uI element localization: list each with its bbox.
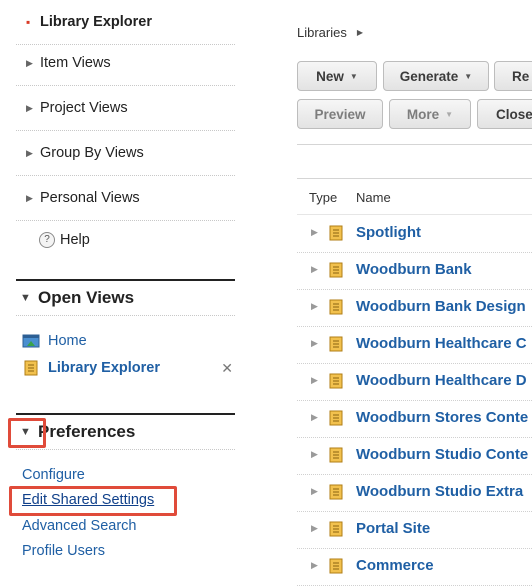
library-icon xyxy=(329,410,343,426)
close-view-icon[interactable]: ✕ xyxy=(221,360,233,377)
expand-triangle-icon[interactable]: ▶ xyxy=(311,523,318,534)
expand-triangle-icon[interactable]: ▶ xyxy=(311,486,318,497)
library-icon xyxy=(329,558,343,574)
open-view-library-explorer[interactable]: Library Explorer ✕ xyxy=(22,358,237,378)
button-label: New xyxy=(316,68,344,84)
new-button[interactable]: New ▼ xyxy=(297,61,377,91)
expand-triangle-icon[interactable]: ▶ xyxy=(311,264,318,275)
nav-item-label: Group By Views xyxy=(40,145,144,161)
nav-item-label: Item Views xyxy=(40,55,111,71)
library-name[interactable]: Woodburn Healthcare C xyxy=(356,335,527,352)
help-label: Help xyxy=(60,232,90,248)
column-header-name[interactable]: Name xyxy=(356,190,391,205)
library-name[interactable]: Woodburn Bank Design xyxy=(356,298,526,315)
library-icon xyxy=(329,521,343,537)
expand-triangle-icon[interactable]: ▶ xyxy=(311,412,318,423)
expand-triangle-icon[interactable]: ▶ xyxy=(311,301,318,312)
expand-triangle-icon: ▶ xyxy=(26,192,33,203)
nav-item-label: Library Explorer xyxy=(40,14,153,30)
library-icon xyxy=(329,373,343,389)
library-name[interactable]: Spotlight xyxy=(356,224,421,241)
expand-triangle-icon[interactable]: ▶ xyxy=(311,375,318,386)
highlight-box-edit-shared-settings xyxy=(9,486,177,516)
generate-button[interactable]: Generate ▼ xyxy=(383,61,489,91)
table-row[interactable]: ▶ Woodburn Bank xyxy=(297,252,532,290)
help-icon: ? xyxy=(39,232,55,248)
table-row[interactable]: ▶ Woodburn Healthcare D xyxy=(297,363,532,401)
expand-triangle-icon[interactable]: ▶ xyxy=(311,449,318,460)
open-view-home[interactable]: Home xyxy=(22,331,237,351)
button-label: Generate xyxy=(399,68,459,84)
close-button[interactable]: Close xyxy=(477,99,532,129)
left-navigation: ▪ Library Explorer ▶ Item Views ▶ Projec… xyxy=(0,0,245,570)
library-icon xyxy=(329,484,343,500)
library-name[interactable]: Woodburn Stores Conte xyxy=(356,409,528,426)
library-icon xyxy=(329,336,343,352)
nav-item-label: Personal Views xyxy=(40,190,140,206)
help-link[interactable]: ? Help xyxy=(39,232,90,248)
dropdown-arrow-icon: ▼ xyxy=(445,109,454,119)
table-row[interactable]: ▶ Commerce xyxy=(297,548,532,586)
library-icon xyxy=(329,225,343,241)
preview-button[interactable]: Preview xyxy=(297,99,383,129)
table-row[interactable]: ▶ Woodburn Bank Design xyxy=(297,289,532,327)
expand-triangle-icon: ▶ xyxy=(26,102,33,113)
table-row[interactable]: ▶ Spotlight xyxy=(297,215,532,253)
nav-item-label: Project Views xyxy=(40,100,128,116)
preferences-header[interactable]: ▼ Preferences xyxy=(16,415,235,450)
table-row[interactable]: ▶ Portal Site xyxy=(297,511,532,549)
open-view-label: Home xyxy=(48,333,87,349)
nav-item-views[interactable]: ▶ Item Views xyxy=(16,41,235,86)
library-icon xyxy=(329,447,343,463)
re-button[interactable]: Re xyxy=(494,61,532,91)
nav-project-views[interactable]: ▶ Project Views xyxy=(16,86,235,131)
button-label: Preview xyxy=(314,106,366,122)
advanced-search-link[interactable]: Advanced Search xyxy=(22,518,136,534)
library-name[interactable]: Woodburn Healthcare D xyxy=(356,372,527,389)
library-icon xyxy=(329,262,343,278)
library-icon xyxy=(329,299,343,315)
preferences-title: Preferences xyxy=(38,422,136,441)
table-top-rule xyxy=(297,178,532,179)
button-label: Re xyxy=(512,68,530,84)
open-views-header[interactable]: ▼ Open Views xyxy=(16,281,235,316)
profile-users-link[interactable]: Profile Users xyxy=(22,543,105,559)
table-row[interactable]: ▶ Woodburn Studio Extra xyxy=(297,474,532,512)
collapse-triangle-icon: ▼ xyxy=(20,292,31,304)
home-icon xyxy=(22,334,40,348)
nav-library-explorer[interactable]: ▪ Library Explorer xyxy=(16,0,235,45)
expand-triangle-icon[interactable]: ▶ xyxy=(311,227,318,238)
library-name[interactable]: Woodburn Studio Conte xyxy=(356,446,528,463)
expand-triangle-icon[interactable]: ▶ xyxy=(311,338,318,349)
expand-triangle-icon: ▶ xyxy=(26,57,33,68)
button-label: Close xyxy=(496,106,532,122)
dropdown-arrow-icon: ▼ xyxy=(464,71,473,81)
toolbar-divider xyxy=(297,144,532,145)
library-name[interactable]: Woodburn Bank xyxy=(356,261,472,278)
expand-triangle-icon[interactable]: ▶ xyxy=(311,560,318,571)
breadcrumb[interactable]: Libraries ▶ xyxy=(297,25,363,40)
expand-triangle-icon: ▶ xyxy=(26,147,33,158)
highlight-box-collapse xyxy=(8,418,46,448)
table-row[interactable]: ▶ Woodburn Healthcare C xyxy=(297,326,532,364)
nav-group-by-views[interactable]: ▶ Group By Views xyxy=(16,131,235,176)
active-square-icon: ▪ xyxy=(26,15,31,29)
more-button[interactable]: More ▼ xyxy=(389,99,471,129)
dropdown-arrow-icon: ▼ xyxy=(349,71,358,81)
open-view-label: Library Explorer xyxy=(48,360,161,376)
nav-personal-views[interactable]: ▶ Personal Views xyxy=(16,176,235,221)
column-header-type[interactable]: Type xyxy=(309,190,337,205)
button-label: More xyxy=(406,106,440,122)
library-name[interactable]: Portal Site xyxy=(356,520,430,537)
library-icon xyxy=(24,360,38,376)
table-row[interactable]: ▶ Woodburn Studio Conte xyxy=(297,437,532,475)
breadcrumb-libraries[interactable]: Libraries xyxy=(297,25,347,40)
breadcrumb-arrow-icon: ▶ xyxy=(356,28,364,37)
table-row[interactable]: ▶ Woodburn Stores Conte xyxy=(297,400,532,438)
open-views-title: Open Views xyxy=(38,288,135,307)
library-name[interactable]: Commerce xyxy=(356,557,434,574)
library-name[interactable]: Woodburn Studio Extra xyxy=(356,483,523,500)
configure-link[interactable]: Configure xyxy=(22,467,85,483)
